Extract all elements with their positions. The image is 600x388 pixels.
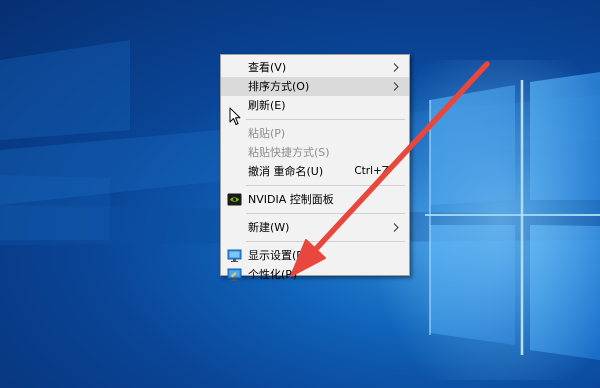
menu-item-undo-rename[interactable]: 撤消 重命名(U) Ctrl+Z — [221, 162, 409, 181]
nvidia-icon — [227, 193, 242, 206]
menu-separator — [246, 213, 405, 214]
personalize-icon — [227, 268, 242, 281]
menu-item-nvidia-label: NVIDIA 控制面板 — [248, 193, 334, 206]
menu-item-new-label: 新建(W) — [248, 221, 290, 234]
chevron-right-icon — [393, 63, 399, 72]
chevron-right-icon — [393, 223, 399, 232]
menu-item-nvidia-control-panel[interactable]: NVIDIA 控制面板 — [221, 190, 409, 209]
menu-item-sort-by-label: 排序方式(O) — [248, 80, 310, 93]
menu-separator — [246, 119, 405, 120]
menu-item-display-settings[interactable]: 显示设置(D) — [221, 246, 409, 265]
menu-item-paste-shortcut-label: 粘贴快捷方式(S) — [248, 146, 330, 159]
menu-item-personalize-label: 个性化(R) — [248, 268, 298, 281]
menu-item-refresh[interactable]: 刷新(E) — [221, 96, 409, 115]
mouse-cursor-icon — [229, 107, 241, 125]
menu-item-sort-by[interactable]: 排序方式(O) — [221, 77, 409, 96]
menu-item-undo-rename-label: 撤消 重命名(U) — [248, 165, 324, 178]
menu-item-new[interactable]: 新建(W) — [221, 218, 409, 237]
display-settings-icon — [227, 249, 242, 262]
menu-item-view-label: 查看(V) — [248, 61, 287, 74]
menu-separator — [246, 185, 405, 186]
menu-item-paste-label: 粘贴(P) — [248, 127, 286, 140]
menu-separator — [246, 241, 405, 242]
desktop-context-menu: 查看(V) 排序方式(O) 刷新(E) 粘贴(P) 粘贴快捷方式(S) 撤消 重… — [220, 54, 410, 281]
chevron-right-icon — [393, 82, 399, 91]
menu-item-refresh-label: 刷新(E) — [248, 99, 286, 112]
menu-item-undo-shortcut: Ctrl+Z — [354, 165, 389, 177]
menu-item-personalize[interactable]: 个性化(R) — [221, 265, 409, 284]
menu-item-paste-shortcut[interactable]: 粘贴快捷方式(S) — [221, 143, 409, 162]
menu-item-view[interactable]: 查看(V) — [221, 58, 409, 77]
menu-item-paste[interactable]: 粘贴(P) — [221, 124, 409, 143]
menu-item-display-settings-label: 显示设置(D) — [248, 249, 310, 262]
